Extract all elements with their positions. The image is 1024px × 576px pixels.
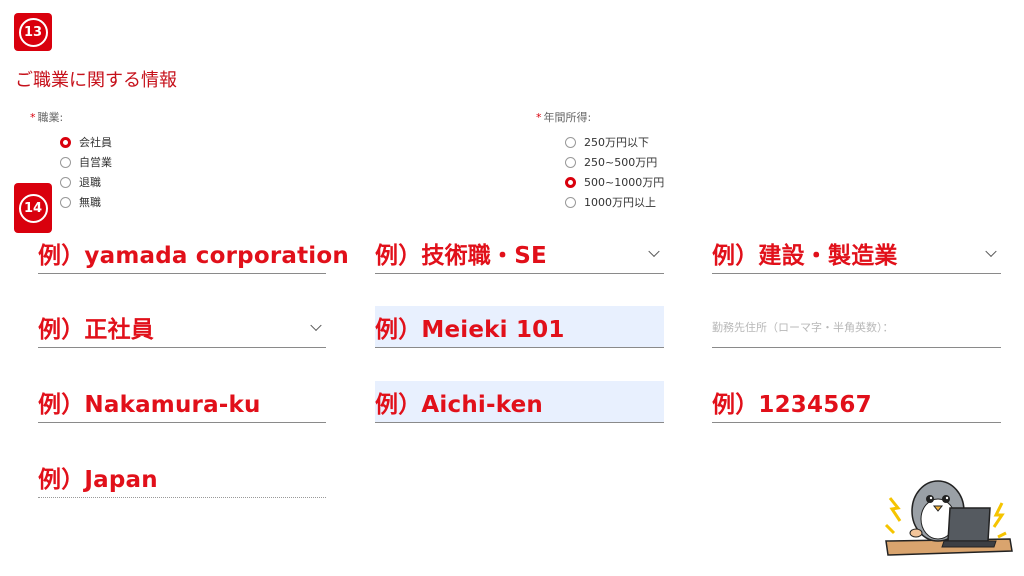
address-line-input[interactable]: 例）Meieki 101	[375, 306, 664, 348]
industry-select[interactable]: 例）建設・製造業	[712, 232, 1001, 274]
city-value: 例）Nakamura-ku	[38, 391, 261, 418]
occupation-label: * 職業:	[30, 109, 63, 125]
radio-unchecked-icon[interactable]	[565, 136, 576, 148]
occupation-label-text: 職業:	[37, 111, 64, 124]
option-label: 1000万円以上	[584, 196, 656, 209]
company-name-value: 例）yamada corporation	[38, 242, 349, 269]
company-name-input[interactable]: 例）yamada corporation	[38, 232, 349, 274]
employment-type-select[interactable]: 例）正社員	[38, 306, 326, 348]
postal-code-value: 例）1234567	[712, 391, 872, 418]
chevron-down-icon	[985, 245, 997, 257]
city-input[interactable]: 例）Nakamura-ku	[38, 381, 326, 423]
occupation-option-retired[interactable]: 退職	[60, 172, 112, 192]
radio-unchecked-icon[interactable]	[565, 196, 576, 208]
job-type-value: 例）技術職・SE	[375, 242, 547, 269]
radio-unchecked-icon[interactable]	[60, 176, 71, 188]
option-label: 自営業	[79, 156, 112, 169]
penguin-laptop-illustration	[884, 480, 1013, 556]
radio-unchecked-icon[interactable]	[60, 156, 71, 168]
chevron-down-icon	[310, 319, 322, 331]
country-input[interactable]: 例）Japan	[38, 456, 326, 498]
radio-unchecked-icon[interactable]	[60, 196, 71, 208]
radio-checked-icon[interactable]	[60, 136, 71, 148]
occupation-radio-group: 会社員 自営業 退職 無職	[60, 132, 112, 212]
employment-type-value: 例）正社員	[38, 316, 154, 343]
radio-unchecked-icon[interactable]	[565, 156, 576, 168]
occupation-option-company-employee[interactable]: 会社員	[60, 132, 112, 152]
work-address-input[interactable]: 勤務先住所（ローマ字・半角英数）：	[712, 306, 1001, 348]
occupation-option-self-employed[interactable]: 自営業	[60, 152, 112, 172]
work-address-placeholder: 勤務先住所（ローマ字・半角英数）：	[712, 320, 894, 334]
radio-checked-icon[interactable]	[565, 176, 576, 188]
option-label: 退職	[79, 176, 101, 189]
option-label: 250~500万円	[584, 156, 658, 169]
industry-value: 例）建設・製造業	[712, 242, 898, 269]
address-line-value: 例）Meieki 101	[375, 316, 565, 343]
job-type-select[interactable]: 例）技術職・SE	[375, 232, 664, 274]
step-number: 13	[18, 17, 48, 47]
step-14-badge: 14	[14, 183, 52, 233]
income-option-under-250[interactable]: 250万円以下	[565, 132, 664, 152]
chevron-down-icon	[648, 245, 660, 257]
income-option-500-1000[interactable]: 500~1000万円	[565, 172, 664, 192]
required-mark: *	[536, 111, 542, 124]
income-radio-group: 250万円以下 250~500万円 500~1000万円 1000万円以上	[565, 132, 664, 212]
country-value: 例）Japan	[38, 466, 158, 493]
income-option-over-1000[interactable]: 1000万円以上	[565, 192, 664, 212]
occupation-option-unemployed[interactable]: 無職	[60, 192, 112, 212]
option-label: 会社員	[79, 136, 112, 149]
income-option-250-500[interactable]: 250~500万円	[565, 152, 664, 172]
option-label: 250万円以下	[584, 136, 649, 149]
step-number: 14	[18, 193, 48, 223]
income-label: * 年間所得:	[536, 109, 591, 125]
required-mark: *	[30, 111, 36, 124]
option-label: 無職	[79, 196, 101, 209]
income-label-text: 年間所得:	[543, 111, 592, 124]
option-label: 500~1000万円	[584, 176, 665, 189]
section-title: ご職業に関する情報	[15, 70, 177, 91]
prefecture-input[interactable]: 例）Aichi-ken	[375, 381, 664, 423]
postal-code-input[interactable]: 例）1234567	[712, 381, 1001, 423]
prefecture-value: 例）Aichi-ken	[375, 391, 543, 418]
step-13-badge: 13	[14, 13, 52, 51]
